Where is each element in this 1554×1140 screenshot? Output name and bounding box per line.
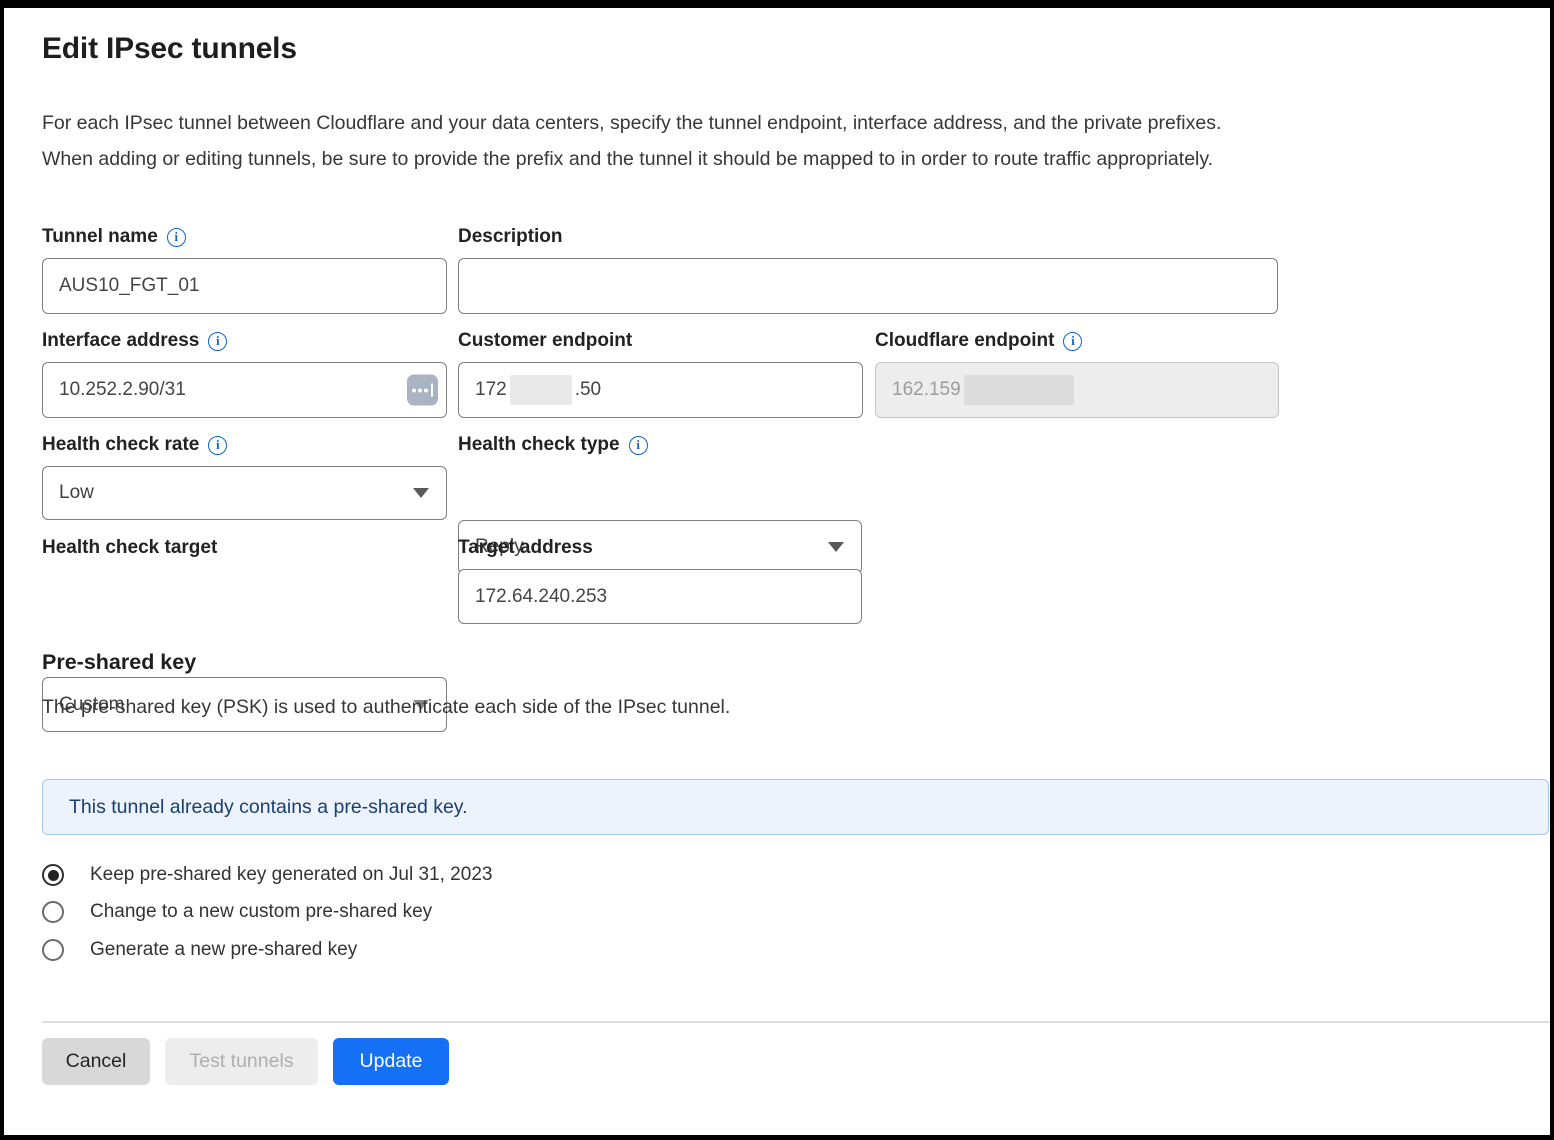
health-check-rate-label-text: Health check rate xyxy=(42,434,199,456)
interface-address-label-text: Interface address xyxy=(42,330,199,352)
redacted-value xyxy=(510,375,572,405)
customer-endpoint-suffix: .50 xyxy=(575,379,601,401)
description-label: Description xyxy=(458,224,563,250)
customer-endpoint-label: Customer endpoint xyxy=(458,328,632,354)
radio-unselected-icon[interactable] xyxy=(42,901,64,923)
redacted-value xyxy=(964,375,1074,405)
tunnel-name-input[interactable] xyxy=(42,258,447,314)
radio-change-psk[interactable]: Change to a new custom pre-shared key xyxy=(42,899,432,925)
cloudflare-endpoint-input: 162.159 xyxy=(875,362,1279,418)
customer-endpoint-label-text: Customer endpoint xyxy=(458,330,632,352)
health-check-rate-label: Health check rate i xyxy=(42,432,227,458)
health-check-rate-select[interactable]: Low xyxy=(42,466,447,520)
cloudflare-endpoint-label-text: Cloudflare endpoint xyxy=(875,330,1054,352)
cancel-button[interactable]: Cancel xyxy=(42,1038,150,1085)
health-check-target-label-text: Health check target xyxy=(42,537,217,559)
target-address-label-text: Target address xyxy=(458,537,593,559)
health-check-rate-value: Low xyxy=(59,482,94,504)
info-icon[interactable]: i xyxy=(208,332,227,351)
edit-ipsec-tunnels-dialog: Edit IPsec tunnels For each IPsec tunnel… xyxy=(0,0,1554,1140)
cloudflare-endpoint-label: Cloudflare endpoint i xyxy=(875,328,1082,354)
psk-info-banner: This tunnel already contains a pre-share… xyxy=(42,779,1549,835)
radio-keep-psk-label[interactable]: Keep pre-shared key generated on Jul 31,… xyxy=(90,864,492,886)
helper-dot xyxy=(412,388,416,392)
tunnel-name-label-text: Tunnel name xyxy=(42,226,158,248)
info-icon[interactable]: i xyxy=(167,228,186,247)
intro-line-2: When adding or editing tunnels, be sure … xyxy=(42,141,1532,177)
psk-banner-text: This tunnel already contains a pre-share… xyxy=(69,796,468,819)
tunnel-name-label: Tunnel name i xyxy=(42,224,186,250)
info-icon[interactable]: i xyxy=(1063,332,1082,351)
radio-change-psk-label[interactable]: Change to a new custom pre-shared key xyxy=(90,901,432,923)
cloudflare-endpoint-prefix: 162.159 xyxy=(892,379,961,401)
health-check-target-label: Health check target xyxy=(42,535,217,561)
test-tunnels-button[interactable]: Test tunnels xyxy=(165,1038,318,1085)
health-check-type-label: Health check type i xyxy=(458,432,648,458)
description-label-text: Description xyxy=(458,226,563,248)
info-icon[interactable]: i xyxy=(629,436,648,455)
radio-unselected-icon[interactable] xyxy=(42,939,64,961)
psk-heading: Pre-shared key xyxy=(42,650,196,675)
helper-dot xyxy=(424,388,428,392)
page-title: Edit IPsec tunnels xyxy=(42,32,297,66)
target-address-input[interactable] xyxy=(458,569,862,624)
radio-selected-icon[interactable] xyxy=(42,864,64,886)
radio-generate-psk[interactable]: Generate a new pre-shared key xyxy=(42,937,357,963)
intro-text: For each IPsec tunnel between Cloudflare… xyxy=(42,105,1532,177)
interface-address-label: Interface address i xyxy=(42,328,227,354)
input-helper-icon[interactable] xyxy=(407,375,438,406)
helper-cursor-bar xyxy=(431,384,433,397)
interface-address-input[interactable] xyxy=(42,362,447,418)
chevron-down-icon xyxy=(828,542,844,552)
update-button[interactable]: Update xyxy=(333,1038,449,1085)
customer-endpoint-input[interactable]: 172 .50 xyxy=(458,362,863,418)
health-check-type-label-text: Health check type xyxy=(458,434,620,456)
customer-endpoint-prefix: 172 xyxy=(475,379,507,401)
target-address-label: Target address xyxy=(458,535,593,561)
intro-line-1: For each IPsec tunnel between Cloudflare… xyxy=(42,105,1532,141)
footer-divider xyxy=(42,1021,1550,1023)
description-input[interactable] xyxy=(458,258,1278,314)
chevron-down-icon xyxy=(413,488,429,498)
radio-generate-psk-label[interactable]: Generate a new pre-shared key xyxy=(90,939,357,961)
radio-keep-psk[interactable]: Keep pre-shared key generated on Jul 31,… xyxy=(42,862,492,888)
info-icon[interactable]: i xyxy=(208,436,227,455)
psk-description: The pre-shared key (PSK) is used to auth… xyxy=(42,696,730,719)
helper-dot xyxy=(418,388,422,392)
